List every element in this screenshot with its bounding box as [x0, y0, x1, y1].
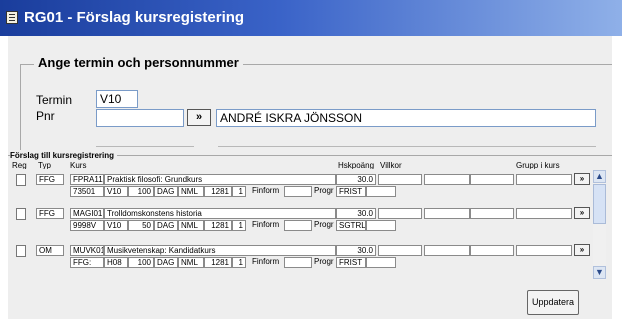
course-name: Trolldomskonstens historia — [104, 208, 336, 219]
status-cell: FRIST — [336, 257, 366, 268]
term-cell: V10 — [104, 220, 128, 231]
points-cell: 30.0 — [336, 208, 376, 219]
one-cell: 1 — [232, 220, 246, 231]
list-legend: Förslag till kursregistrering — [10, 151, 118, 160]
pace-cell: 50 — [128, 220, 154, 231]
villkor-cell-3 — [470, 174, 514, 185]
status-extra — [366, 257, 396, 268]
time-cell: DAG — [154, 257, 178, 268]
villkor-cell-2 — [424, 174, 470, 185]
status-extra — [366, 186, 396, 197]
termin-label: Termin — [36, 93, 73, 107]
villkor-cell-3 — [470, 208, 514, 219]
ort-cell: NML — [178, 257, 204, 268]
group-input[interactable] — [516, 245, 572, 256]
villkor-cell-1 — [378, 245, 422, 256]
group-input[interactable] — [516, 208, 572, 219]
villkor-cell-1 — [378, 174, 422, 185]
points-cell: 30.0 — [336, 245, 376, 256]
pnr-label: Pnr — [36, 109, 55, 123]
villkor-cell-3 — [470, 245, 514, 256]
termin-input[interactable]: V10 — [96, 90, 138, 108]
num-cell: 1281 — [204, 186, 232, 197]
villkor-cell-1 — [378, 208, 422, 219]
group-select-button[interactable]: » — [574, 207, 590, 219]
search-legend: Ange termin och personnummer — [34, 55, 243, 70]
form-cell: Finform — [252, 257, 280, 266]
villkor-cell-2 — [424, 245, 470, 256]
app-icon — [6, 11, 18, 24]
form-value — [284, 220, 312, 231]
pace-cell: 100 — [128, 257, 154, 268]
time-cell: DAG — [154, 220, 178, 231]
course-code: MAGI01 — [70, 208, 104, 219]
typ-cell: FFG — [36, 208, 64, 219]
ort-cell: NML — [178, 186, 204, 197]
num-cell: 1281 — [204, 257, 232, 268]
status-cell: SGTRL — [336, 220, 366, 231]
typ-cell: FFG — [36, 174, 64, 185]
reg-checkbox[interactable] — [16, 245, 26, 257]
time-cell: DAG — [154, 186, 178, 197]
progr-label: Progr — [314, 257, 334, 266]
form-value — [284, 257, 312, 268]
form-value — [284, 186, 312, 197]
progr-label: Progr — [314, 220, 334, 229]
chevron-down-icon[interactable]: ▼ — [593, 266, 606, 279]
course-id: 73501 — [70, 186, 104, 197]
name-field: ANDRÉ ISKRA JÖNSSON — [216, 109, 596, 127]
form-cell: Finform — [252, 186, 280, 195]
pnr-underline — [96, 146, 194, 147]
progr-label: Progr — [314, 186, 334, 195]
list-scrollbar[interactable]: ▲ ▼ — [593, 170, 606, 280]
group-select-button[interactable]: » — [574, 173, 590, 185]
update-button[interactable]: Uppdatera — [527, 290, 579, 315]
course-id: FFG: — [70, 257, 104, 268]
reg-checkbox[interactable] — [16, 174, 26, 186]
num-cell: 1281 — [204, 220, 232, 231]
course-name: Musikvetenskap: Kandidatkurs — [104, 245, 336, 256]
one-cell: 1 — [232, 186, 246, 197]
group-select-button[interactable]: » — [574, 244, 590, 256]
term-cell: V10 — [104, 186, 128, 197]
reg-checkbox[interactable] — [16, 208, 26, 220]
course-code: MUVK01 — [70, 245, 104, 256]
typ-cell: OM — [36, 245, 64, 256]
course-id: 9998V — [70, 220, 104, 231]
one-cell: 1 — [232, 257, 246, 268]
villkor-cell-2 — [424, 208, 470, 219]
status-extra — [366, 220, 396, 231]
points-cell: 30.0 — [336, 174, 376, 185]
course-code: FPRA11 — [70, 174, 104, 185]
name-underline — [218, 146, 596, 147]
course-name: Praktisk filosofi: Grundkurs — [104, 174, 336, 185]
pace-cell: 100 — [128, 186, 154, 197]
title-bar: RG01 - Förslag kursregistering — [0, 0, 622, 36]
pnr-input[interactable] — [96, 109, 184, 127]
term-cell: H08 — [104, 257, 128, 268]
window-title: RG01 - Förslag kursregistering — [24, 9, 245, 26]
chevron-up-icon[interactable]: ▲ — [593, 170, 606, 183]
form-cell: Finform — [252, 220, 280, 229]
status-cell: FRIST — [336, 186, 366, 197]
scrollbar-thumb[interactable] — [593, 184, 606, 224]
lookup-button[interactable]: » — [187, 109, 211, 126]
ort-cell: NML — [178, 220, 204, 231]
group-input[interactable] — [516, 174, 572, 185]
